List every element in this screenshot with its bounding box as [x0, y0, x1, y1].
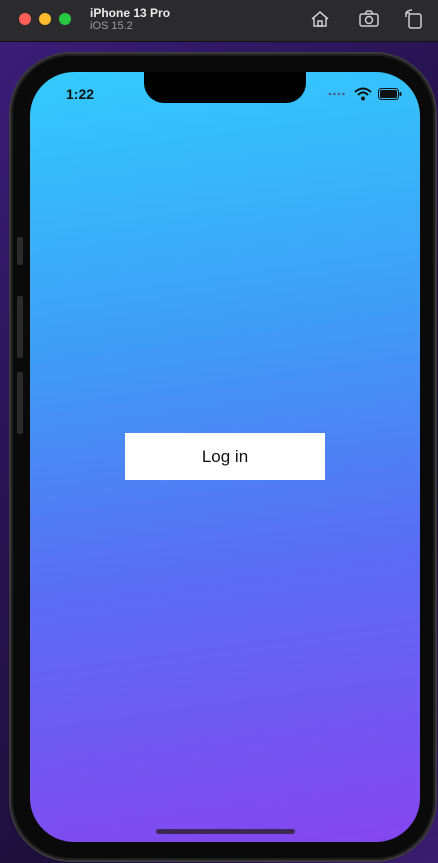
close-button[interactable]	[19, 13, 31, 25]
simulator-window: iPhone 13 Pro iOS 15.2 1:22 Log in	[0, 0, 438, 863]
cellular-signal-icon	[328, 92, 345, 96]
rotate-icon[interactable]	[403, 8, 425, 30]
titlebar: iPhone 13 Pro iOS 15.2	[0, 0, 438, 42]
status-time: 1:22	[66, 86, 95, 102]
volume-up-button	[17, 296, 23, 358]
home-icon[interactable]	[309, 8, 331, 30]
silent-switch	[17, 237, 23, 265]
camera-icon[interactable]	[358, 8, 380, 30]
wifi-icon	[354, 87, 372, 101]
window-subtitle: iOS 15.2	[90, 20, 133, 32]
login-button[interactable]: Log in	[125, 433, 325, 480]
volume-down-button	[17, 372, 23, 434]
window-title: iPhone 13 Pro	[90, 6, 171, 20]
zoom-button[interactable]	[59, 13, 71, 25]
battery-icon	[378, 88, 402, 100]
phone-screen: 1:22 Log in	[30, 72, 420, 842]
notch	[144, 72, 306, 103]
status-icons	[322, 87, 402, 101]
home-indicator[interactable]	[156, 829, 295, 834]
minimize-button[interactable]	[39, 13, 51, 25]
